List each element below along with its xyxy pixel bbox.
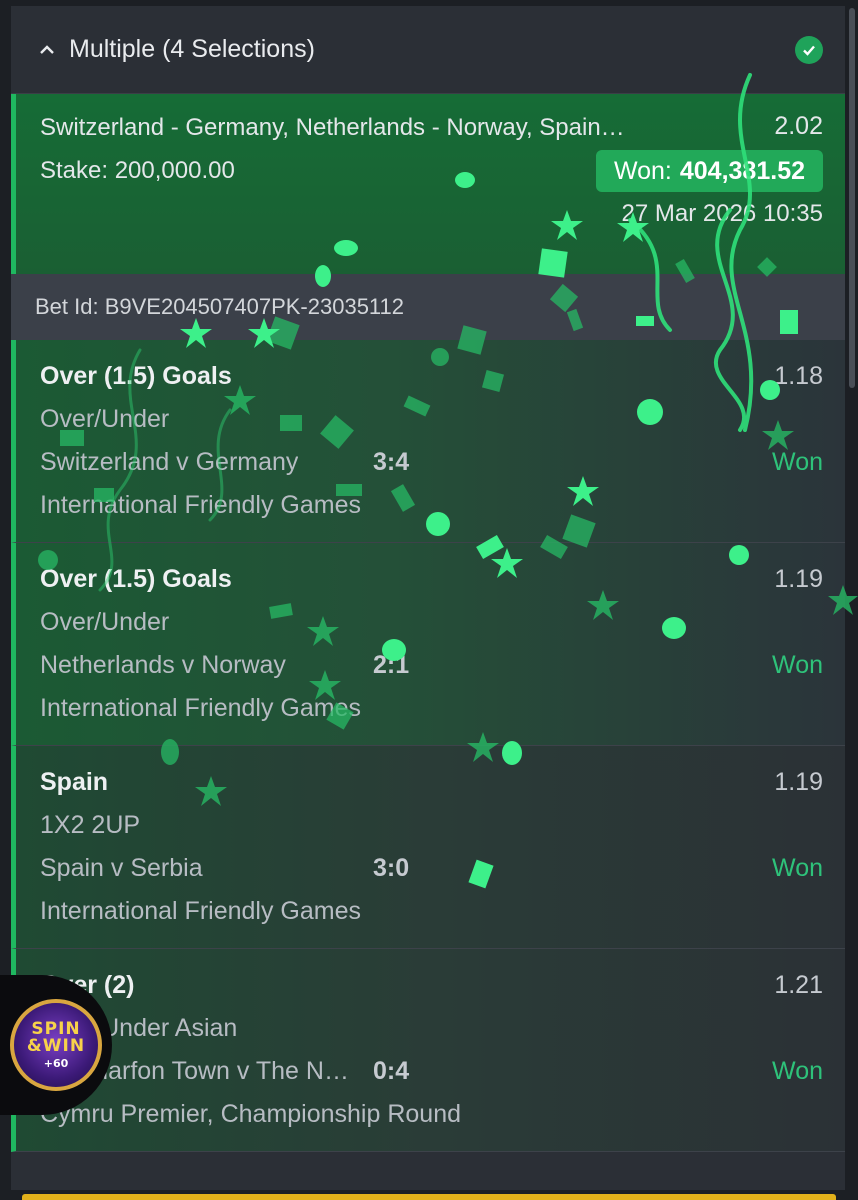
selection-league: International Friendly Games bbox=[40, 491, 361, 519]
stake-text: Stake: 200,000.00 bbox=[40, 157, 235, 184]
selection-league: Cymru Premier, Championship Round bbox=[40, 1100, 462, 1128]
selection-pick: Spain bbox=[40, 768, 109, 796]
selection-score: 2:1 bbox=[373, 651, 410, 679]
selection-odds: 1.19 bbox=[774, 768, 823, 796]
selection-league: International Friendly Games bbox=[40, 694, 361, 722]
won-label: Won: bbox=[613, 156, 672, 185]
selection-score: 3:4 bbox=[373, 448, 410, 476]
selection-pick: Over (1.5) Goals bbox=[40, 362, 232, 390]
bet-summary[interactable]: Switzerland - Germany, Netherlands - Nor… bbox=[11, 94, 845, 274]
slip-title: Multiple (4 Selections) bbox=[69, 35, 315, 63]
total-odds: 2.02 bbox=[774, 112, 823, 140]
won-amount: 404,381.52 bbox=[679, 156, 805, 185]
selection-market: 1X2 2UP bbox=[40, 811, 141, 839]
selection-row: Spain 1.19 1X2 2UP Spain v Serbia 3:0 Wo… bbox=[11, 746, 845, 949]
selection-event: Netherlands v Norway bbox=[40, 651, 286, 679]
bet-date: 27 Mar 2026 10:35 bbox=[621, 200, 823, 227]
selection-status: Won bbox=[772, 651, 823, 679]
badge-line3: +60 bbox=[43, 1057, 69, 1070]
bottom-bar bbox=[0, 1190, 858, 1200]
selection-row: Over (1.5) Goals 1.19 Over/Under Netherl… bbox=[11, 543, 845, 746]
slip-header[interactable]: Multiple (4 Selections) bbox=[11, 6, 845, 94]
scrollbar[interactable] bbox=[849, 8, 855, 388]
selection-market: Over/Under bbox=[40, 405, 170, 433]
selection-score: 0:4 bbox=[373, 1057, 410, 1085]
spin-win-logo: SPIN &WIN +60 bbox=[10, 999, 102, 1091]
selection-event: Switzerland v Germany bbox=[40, 448, 299, 476]
selection-status: Won bbox=[772, 448, 823, 476]
chevron-up-icon[interactable] bbox=[37, 44, 57, 55]
selection-odds: 1.18 bbox=[774, 362, 823, 390]
badge-line2: &WIN bbox=[26, 1036, 86, 1056]
selection-status: Won bbox=[772, 1057, 823, 1085]
selection-row: Over (2) 1.21 Over/Under Asian Caernarfo… bbox=[11, 949, 845, 1152]
selection-score: 3:0 bbox=[373, 854, 410, 882]
summary-teams: Switzerland - Germany, Netherlands - Nor… bbox=[40, 114, 625, 141]
bet-slip: Multiple (4 Selections) Switzerland - Ge… bbox=[11, 6, 845, 1200]
selection-market: Over/Under bbox=[40, 608, 170, 636]
selection-event: Spain v Serbia bbox=[40, 854, 203, 882]
selection-pick: Over (1.5) Goals bbox=[40, 565, 232, 593]
selection-league: International Friendly Games bbox=[40, 897, 361, 925]
bet-id: Bet Id: B9VE204507407PK-23035112 bbox=[11, 274, 845, 340]
selection-odds: 1.21 bbox=[774, 971, 823, 999]
won-badge: Won: 404,381.52 bbox=[595, 150, 823, 192]
check-icon bbox=[795, 35, 823, 64]
selection-row: Over (1.5) Goals 1.18 Over/Under Switzer… bbox=[11, 340, 845, 543]
selection-status: Won bbox=[772, 854, 823, 882]
selection-odds: 1.19 bbox=[774, 565, 823, 593]
